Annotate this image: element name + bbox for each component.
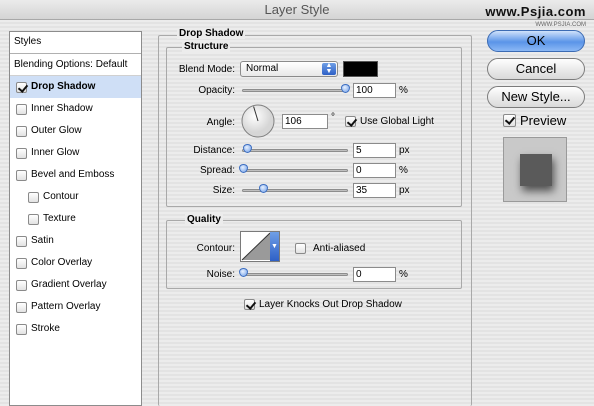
style-item-satin[interactable]: Satin [10, 230, 141, 252]
spread-input[interactable]: 0 [353, 163, 396, 178]
noise-label: Noise: [206, 269, 235, 280]
gradient-overlay-checkbox[interactable] [16, 279, 27, 291]
opacity-slider-track[interactable] [242, 89, 348, 92]
linear-contour-icon [241, 232, 271, 261]
texture-checkbox[interactable] [28, 213, 39, 225]
style-item-color-overlay[interactable]: Color Overlay [10, 252, 141, 274]
color-overlay-checkbox[interactable] [16, 257, 27, 269]
distance-unit: px [399, 145, 410, 156]
noise-input[interactable]: 0 [353, 267, 396, 282]
layer-knocks-out-label: Layer Knocks Out Drop Shadow [259, 299, 402, 310]
inner-shadow-checkbox[interactable] [16, 103, 27, 115]
quality-title: Quality [185, 214, 223, 225]
style-item-texture[interactable]: Texture [10, 208, 141, 230]
use-global-light-control[interactable]: Use Global Light [345, 116, 434, 127]
style-item-label: Texture [43, 213, 76, 224]
style-item-bevel-and-emboss[interactable]: Bevel and Emboss [10, 164, 141, 186]
style-item-label: Bevel and Emboss [31, 169, 115, 180]
style-item-label: Contour [43, 191, 79, 202]
contour-picker[interactable]: ▼ [240, 231, 280, 262]
shadow-color-swatch[interactable] [343, 61, 378, 77]
angle-label: Angle: [206, 117, 235, 128]
size-label: Size: [212, 185, 235, 196]
styles-header[interactable]: Styles [10, 32, 141, 54]
angle-dial[interactable] [240, 103, 276, 139]
style-item-label: Satin [31, 235, 54, 246]
style-item-label: Inner Glow [31, 147, 80, 158]
pattern-overlay-checkbox[interactable] [16, 301, 27, 313]
bevel-and-emboss-checkbox[interactable] [16, 169, 27, 181]
anti-aliased-label: Anti-aliased [313, 243, 366, 254]
preview-shape [520, 154, 552, 186]
select-arrows-icon: ▲ ▼ [322, 62, 336, 75]
drop-shadow-checkbox[interactable] [16, 81, 27, 93]
satin-checkbox[interactable] [16, 235, 27, 247]
style-item-inner-glow[interactable]: Inner Glow [10, 142, 141, 164]
opacity-unit: % [399, 85, 408, 96]
watermark-text: www.Psjia.com [485, 4, 586, 19]
layer-knocks-out-control[interactable]: Layer Knocks Out Drop Shadow [244, 299, 402, 310]
cancel-button[interactable]: Cancel [487, 58, 585, 80]
opacity-input[interactable]: 100 [353, 83, 396, 98]
style-item-drop-shadow[interactable]: Drop Shadow [10, 76, 141, 98]
style-item-label: Inner Shadow [31, 103, 93, 114]
style-item-label: Pattern Overlay [31, 301, 101, 312]
spread-unit: % [399, 165, 408, 176]
distance-slider-track[interactable] [242, 149, 348, 152]
style-item-gradient-overlay[interactable]: Gradient Overlay [10, 274, 141, 296]
drop-shadow-title: Drop Shadow [177, 28, 246, 39]
distance-label: Distance: [193, 145, 235, 156]
blending-options-item[interactable]: Blending Options: Default [10, 54, 141, 76]
blend-mode-label: Blend Mode: [178, 64, 235, 75]
opacity-label: Opacity: [198, 85, 235, 96]
style-item-contour[interactable]: Contour [10, 186, 141, 208]
size-slider-track[interactable] [242, 189, 348, 192]
contour-label: Contour: [196, 243, 235, 254]
style-item-label: Gradient Overlay [31, 279, 107, 290]
layer-knocks-out-checkbox[interactable] [244, 299, 255, 310]
preview-checkbox[interactable] [503, 114, 516, 127]
structure-title: Structure [182, 41, 231, 52]
size-unit: px [399, 185, 410, 196]
use-global-light-label: Use Global Light [360, 116, 434, 127]
style-item-label: Outer Glow [31, 125, 82, 136]
new-style-button[interactable]: New Style... [487, 86, 585, 108]
stroke-checkbox[interactable] [16, 323, 27, 335]
blend-mode-value: Normal [246, 63, 279, 74]
style-item-outer-glow[interactable]: Outer Glow [10, 120, 141, 142]
style-item-label: Color Overlay [31, 257, 93, 268]
style-item-label: Stroke [31, 323, 60, 334]
blend-mode-select[interactable]: Normal ▲ ▼ [240, 61, 338, 77]
distance-input[interactable]: 5 [353, 143, 396, 158]
outer-glow-checkbox[interactable] [16, 125, 27, 137]
style-item-pattern-overlay[interactable]: Pattern Overlay [10, 296, 141, 318]
contour-dropdown-arrow-icon[interactable]: ▼ [270, 232, 279, 261]
noise-unit: % [399, 269, 408, 280]
noise-slider-track[interactable] [242, 273, 348, 276]
anti-aliased-control[interactable]: Anti-aliased [295, 243, 365, 254]
style-item-inner-shadow[interactable]: Inner Shadow [10, 98, 141, 120]
style-item-label: Drop Shadow [31, 81, 96, 92]
style-item-stroke[interactable]: Stroke [10, 318, 141, 340]
angle-unit: ° [331, 112, 335, 123]
spread-label: Spread: [199, 165, 235, 176]
ok-button[interactable]: OK [487, 30, 585, 52]
watermark: www.Psjia.com WWW.PSJIA.COM [485, 4, 586, 28]
angle-input[interactable]: 106 [282, 114, 328, 129]
anti-aliased-checkbox[interactable] [295, 243, 306, 254]
preview-swatch [503, 137, 567, 202]
size-input[interactable]: 35 [353, 183, 396, 198]
styles-list-panel: Styles Blending Options: Default Drop Sh… [9, 31, 142, 406]
contour-checkbox[interactable] [28, 191, 39, 203]
use-global-light-checkbox[interactable] [345, 116, 356, 127]
preview-label: Preview [520, 113, 567, 128]
preview-control[interactable]: Preview [503, 113, 566, 128]
watermark-subtext: WWW.PSJIA.COM [535, 22, 586, 28]
spread-slider-track[interactable] [242, 169, 348, 172]
inner-glow-checkbox[interactable] [16, 147, 27, 159]
